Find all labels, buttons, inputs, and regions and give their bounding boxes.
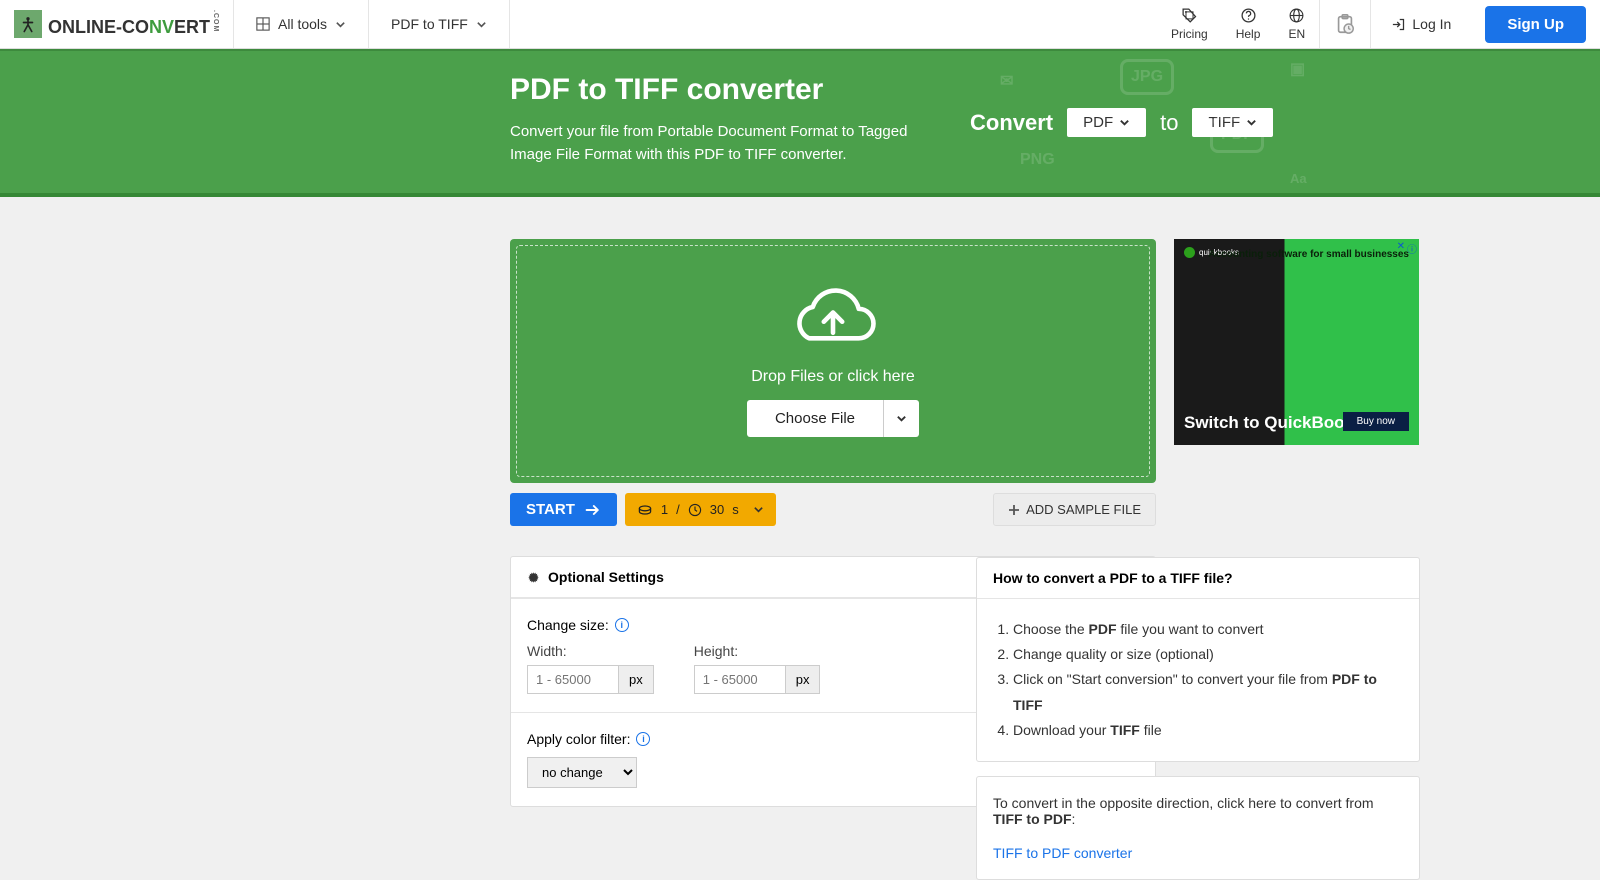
logo[interactable]: ONLINE-CONVERT.COM — [0, 0, 234, 48]
color-filter-select[interactable]: no change — [527, 757, 637, 788]
reverse-link[interactable]: TIFF to PDF converter — [993, 845, 1132, 861]
settings-title: Optional Settings — [548, 569, 664, 585]
clipboard-history-icon — [1334, 13, 1356, 35]
logo-text: ONLINE-CONVERT.COM — [48, 10, 219, 37]
nav-all-tools-label: All tools — [278, 16, 327, 32]
dropzone-text: Drop Files or click here — [751, 368, 915, 386]
hero-bg-icons: JPG PDF ▣ PNG ✉ Aa — [960, 51, 1600, 193]
signup-wrap: Sign Up — [1471, 0, 1600, 48]
grid-icon — [256, 17, 270, 31]
reverse-panel: To convert in the opposite direction, cl… — [976, 776, 1420, 880]
nav-all-tools[interactable]: All tools — [234, 0, 369, 48]
nav-pdf-to-tiff[interactable]: PDF to TIFF — [369, 0, 510, 48]
width-unit: px — [619, 665, 654, 694]
nav-help[interactable]: Help — [1222, 0, 1275, 48]
width-label: Width: — [527, 643, 654, 659]
plus-icon — [1008, 504, 1020, 516]
credits-value: 1 — [661, 502, 668, 517]
credits-pill[interactable]: 1 / 30 s — [625, 493, 776, 526]
gear-icon — [527, 571, 540, 584]
login-label: Log In — [1412, 16, 1451, 32]
arrow-right-icon — [585, 503, 601, 517]
nav-clipboard[interactable] — [1319, 0, 1371, 48]
time-value: 30 — [710, 502, 724, 517]
add-sample-label: ADD SAMPLE FILE — [1026, 502, 1141, 517]
time-unit: s — [732, 502, 739, 517]
page-subtitle: Convert your file from Portable Document… — [510, 121, 930, 166]
nav-pricing-label: Pricing — [1171, 27, 1208, 41]
help-icon — [1240, 7, 1257, 24]
cloud-upload-icon — [787, 286, 879, 352]
info-icon[interactable]: i — [636, 732, 650, 746]
chevron-down-icon — [476, 19, 487, 30]
file-dropzone[interactable]: Drop Files or click here Choose File — [510, 239, 1156, 483]
height-unit: px — [786, 665, 821, 694]
choose-file-button[interactable]: Choose File — [747, 400, 883, 437]
nav-pdf-to-tiff-label: PDF to TIFF — [391, 16, 468, 32]
start-label: START — [526, 501, 575, 518]
info-icon[interactable]: i — [615, 618, 629, 632]
clock-icon — [688, 503, 702, 517]
start-button[interactable]: START — [510, 493, 617, 526]
login-icon — [1391, 17, 1406, 32]
choose-file-dropdown[interactable] — [883, 400, 919, 437]
credits-div: / — [676, 502, 680, 517]
chevron-down-icon — [753, 504, 764, 515]
nav-pricing[interactable]: Pricing — [1157, 0, 1222, 48]
howto-step: Choose the PDF file you want to convert — [1013, 617, 1403, 642]
ad-headline: Switch to QuickBooks. — [1184, 414, 1368, 433]
add-sample-button[interactable]: ADD SAMPLE FILE — [993, 493, 1156, 526]
top-nav: ONLINE-CONVERT.COM All tools PDF to TIFF… — [0, 0, 1600, 49]
chevron-down-icon — [335, 19, 346, 30]
globe-icon — [1288, 7, 1305, 24]
nav-help-label: Help — [1236, 27, 1261, 41]
tag-icon — [1181, 7, 1198, 24]
color-filter-label: Apply color filter: — [527, 731, 630, 747]
height-label: Height: — [694, 643, 821, 659]
hero: JPG PDF ▣ PNG ✉ Aa PDF to TIFF converter… — [0, 49, 1600, 197]
ad-cta[interactable]: Buy now — [1343, 412, 1409, 431]
login-button[interactable]: Log In — [1371, 0, 1471, 48]
advertisement[interactable]: ✕ ⓘ quickbooks Accounting software for s… — [1174, 239, 1419, 445]
height-input[interactable] — [694, 665, 786, 694]
coin-icon — [637, 504, 653, 516]
howto-step: Download your TIFF file — [1013, 718, 1403, 743]
ad-tagline: Accounting software for small businesses — [1208, 249, 1409, 261]
signup-button[interactable]: Sign Up — [1485, 6, 1586, 43]
page-title: PDF to TIFF converter — [510, 73, 930, 107]
nav-language[interactable]: EN — [1274, 0, 1319, 48]
change-size-label: Change size: — [527, 617, 609, 633]
reverse-text: To convert in the opposite direction, cl… — [993, 795, 1403, 827]
howto-step: Click on "Start conversion" to convert y… — [1013, 667, 1403, 717]
howto-step: Change quality or size (optional) — [1013, 642, 1403, 667]
chevron-down-icon — [896, 413, 907, 424]
howto-panel: How to convert a PDF to a TIFF file? Cho… — [976, 557, 1420, 762]
logo-icon — [14, 10, 42, 38]
width-input[interactable] — [527, 665, 619, 694]
nav-language-label: EN — [1289, 27, 1306, 41]
howto-title: How to convert a PDF to a TIFF file? — [977, 558, 1419, 599]
